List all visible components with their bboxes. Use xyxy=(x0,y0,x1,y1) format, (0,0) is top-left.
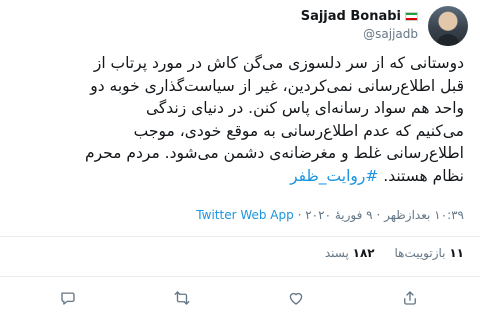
tweet-text-line: می‌کنیم که عدم اطلاع‌رسانی به موقع خودی،… xyxy=(133,121,464,140)
tweet-source-link[interactable]: Twitter Web App xyxy=(196,208,293,222)
likes-label: پسند xyxy=(324,246,349,260)
tweet-actions xyxy=(0,282,480,312)
tweet-card: Sajjad Bonabi @sajjadb دوستانی که از سر … xyxy=(0,0,480,316)
tweet-text: دوستانی که از سر دلسوزی می‌گن کاش در مور… xyxy=(16,52,464,187)
tweet-text-line-last: نظام هستند. #روایت_ظفر xyxy=(16,165,464,188)
tweet-text-line: قبل اطلاع‌رسانی نمی‌کردین، غیر از سیاست‌… xyxy=(90,76,464,95)
divider xyxy=(0,236,480,237)
display-name[interactable]: Sajjad Bonabi xyxy=(301,9,401,24)
retweets-stat[interactable]: ۱۱ بازتوییت‌ها xyxy=(394,246,464,260)
tweet-text-line: اطلاع‌رسانی غلط و مغرضانه‌ی دشمن می‌شود.… xyxy=(85,144,464,162)
tweet-header: Sajjad Bonabi @sajjadb xyxy=(12,6,468,46)
reply-icon[interactable] xyxy=(58,288,78,308)
tweet-date[interactable]: ۹ فوریهٔ ۲۰۲۰ xyxy=(305,208,372,222)
retweet-icon[interactable] xyxy=(172,288,192,308)
divider xyxy=(0,276,480,277)
user-handle[interactable]: @sajjadb xyxy=(301,27,418,41)
likes-stat[interactable]: ۱۸۲ پسند xyxy=(325,246,375,260)
hashtag-link[interactable]: #روایت_ظفر xyxy=(290,167,378,185)
tweet-text-line: دوستانی که از سر دلسوزی می‌گن کاش در مور… xyxy=(93,54,464,72)
like-icon[interactable] xyxy=(286,288,306,308)
tweet-text-segment: نظام هستند. xyxy=(383,166,464,185)
tweet-time[interactable]: ۱۰:۳۹ بعدازظهر xyxy=(384,208,464,222)
retweets-count: ۱۱ xyxy=(449,246,464,260)
meta-separator: · xyxy=(297,208,302,222)
display-name-row: Sajjad Bonabi xyxy=(301,9,418,24)
retweets-label: بازتوییت‌ها xyxy=(394,246,446,260)
meta-separator: · xyxy=(376,208,381,222)
share-icon[interactable] xyxy=(400,288,420,308)
author-names: Sajjad Bonabi @sajjadb xyxy=(301,9,418,41)
tweet-stats: ۱۱ بازتوییت‌ها ۱۸۲ پسند xyxy=(16,246,464,260)
tweet-text-line: واحد هم سواد رسانه‌ای پاس کنن. در دنیای … xyxy=(146,99,464,117)
iran-flag-icon xyxy=(405,12,418,21)
likes-count: ۱۸۲ xyxy=(352,246,375,260)
tweet-meta: ۱۰:۳۹ بعدازظهر · ۹ فوریهٔ ۲۰۲۰ · Twitter… xyxy=(16,208,464,222)
avatar[interactable] xyxy=(428,6,468,46)
